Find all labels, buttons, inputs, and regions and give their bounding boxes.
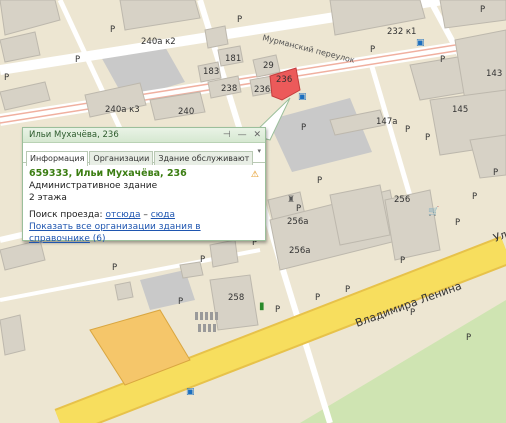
label-240: 240 xyxy=(178,107,194,117)
svg-text:P: P xyxy=(317,176,322,186)
label-256: 256 xyxy=(394,195,410,205)
route-search-label: Поиск проезда: xyxy=(29,210,103,220)
building-entrance-icon[interactable]: ♜ xyxy=(287,195,295,205)
svg-text:P: P xyxy=(315,293,320,303)
route-dash: – xyxy=(143,210,148,220)
svg-text:P: P xyxy=(275,305,280,315)
label-258: 258 xyxy=(228,293,244,303)
route-to-link[interactable]: сюда xyxy=(151,210,175,220)
svg-text:P: P xyxy=(200,255,205,265)
show-all-orgs-link[interactable]: Показать все организации здания в справо… xyxy=(29,222,201,244)
balloon-tabs: Информация Организации Здание обслуживают … xyxy=(23,143,265,166)
label-232-k1: 232 к1 xyxy=(387,27,416,37)
address-title: 659333, Ильи Мухачёва, 236 xyxy=(29,168,187,179)
label-181: 181 xyxy=(225,54,241,64)
pharmacy-icon[interactable]: ▮ xyxy=(259,301,265,312)
label-238: 238 xyxy=(221,84,237,94)
svg-text:P: P xyxy=(112,263,117,273)
close-icon[interactable]: ✕ xyxy=(253,130,261,140)
label-147a: 147а xyxy=(376,117,397,127)
transit-stop-icon[interactable]: ▣ xyxy=(416,38,425,48)
svg-text:P: P xyxy=(480,5,485,15)
svg-text:P: P xyxy=(493,168,498,178)
balloon-header: Ильи Мухачёва, 236 ⊣ — ✕ xyxy=(23,128,265,143)
pin-icon[interactable]: ⊣ xyxy=(223,130,231,140)
svg-text:P: P xyxy=(110,25,115,35)
label-256a: 256а xyxy=(289,246,310,256)
svg-text:P: P xyxy=(237,15,242,25)
bus-stop-icon[interactable]: ▣ xyxy=(186,387,195,397)
route-from-link[interactable]: отсюда xyxy=(105,210,140,220)
svg-text:P: P xyxy=(296,204,301,214)
transit-stop-icon[interactable]: ▣ xyxy=(298,92,307,102)
svg-text:P: P xyxy=(345,285,350,295)
svg-text:P: P xyxy=(400,256,405,266)
svg-text:P: P xyxy=(425,133,430,143)
label-145: 145 xyxy=(452,105,468,115)
svg-text:P: P xyxy=(472,192,477,202)
minimize-icon[interactable]: — xyxy=(238,130,247,140)
label-143: 143 xyxy=(486,69,502,79)
route-search: Поиск проезда: отсюда – сюда xyxy=(29,209,259,221)
balloon-body: ⚠ 659333, Ильи Мухачёва, 236 Администрат… xyxy=(23,163,265,250)
svg-text:P: P xyxy=(301,123,306,133)
svg-text:P: P xyxy=(178,297,183,307)
label-183: 183 xyxy=(203,67,219,77)
tabs-more-icon[interactable]: ▾ xyxy=(257,147,261,155)
svg-text:P: P xyxy=(466,333,471,343)
label-240a-k2: 240а к2 xyxy=(141,37,176,47)
show-all-orgs-count: (6) xyxy=(92,234,106,244)
label-240a-k3: 240а к3 xyxy=(105,105,140,115)
label-236: 236 xyxy=(276,75,292,85)
label-256a: 256а xyxy=(287,217,308,227)
shop-icon[interactable]: 🛒 xyxy=(428,205,439,217)
show-all-orgs: Показать все организации здания в справо… xyxy=(29,221,259,245)
building-type: Административное здание xyxy=(29,181,158,191)
label-29: 29 xyxy=(263,61,274,71)
svg-text:P: P xyxy=(75,55,80,65)
balloon-header-title: Ильи Мухачёва, 236 xyxy=(29,130,119,140)
svg-text:P: P xyxy=(440,55,445,65)
svg-text:P: P xyxy=(4,73,9,83)
svg-text:P: P xyxy=(370,45,375,55)
svg-text:P: P xyxy=(455,218,460,228)
building-floors: 2 этажа xyxy=(29,193,67,203)
svg-text:P: P xyxy=(405,125,410,135)
info-balloon: Ильи Мухачёва, 236 ⊣ — ✕ Информация Орган… xyxy=(22,127,266,244)
warning-icon[interactable]: ⚠ xyxy=(251,169,259,181)
